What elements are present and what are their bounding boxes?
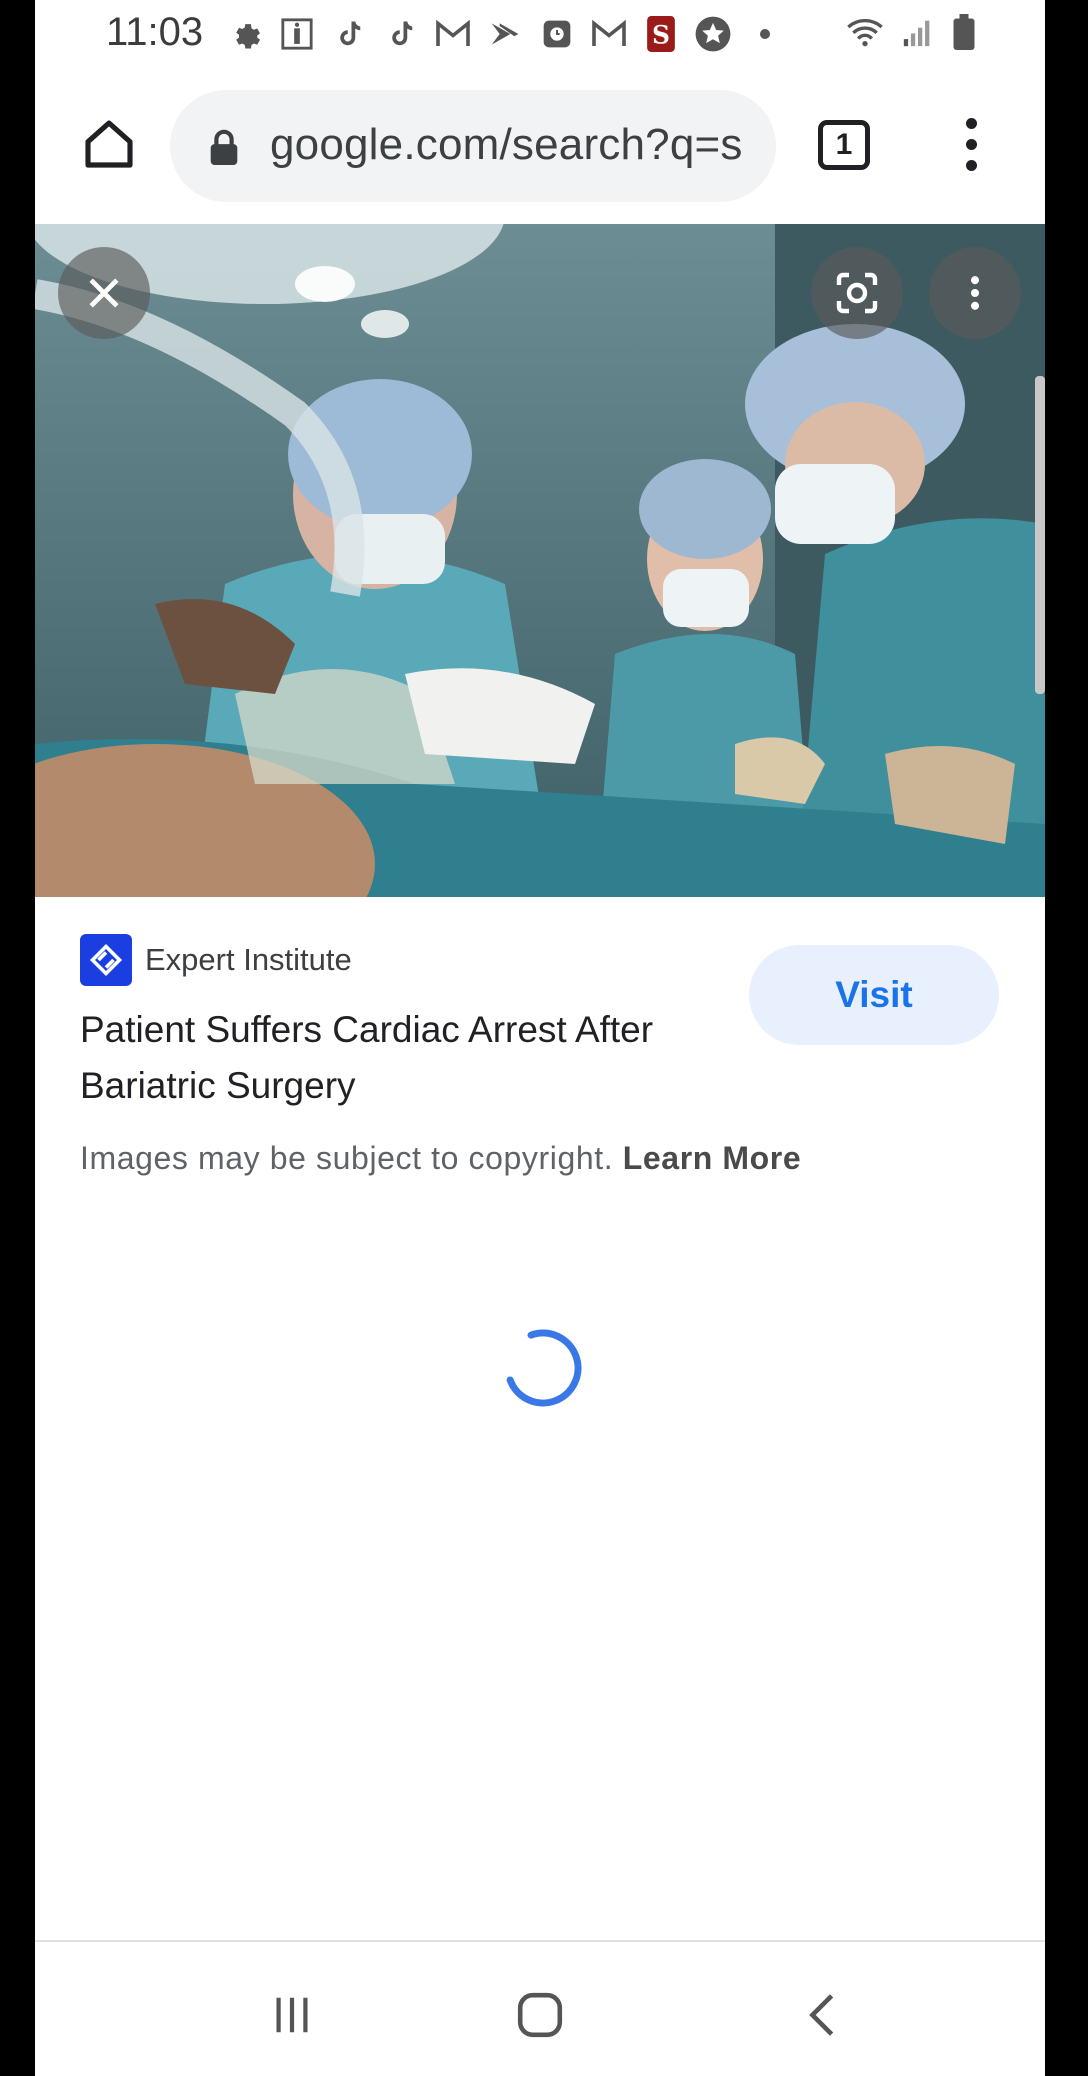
menu-dot-icon: [965, 139, 977, 150]
menu-dot-icon: [965, 160, 977, 171]
copyright-text: Images may be subject to copyright.: [80, 1140, 614, 1176]
close-button[interactable]: [58, 247, 150, 339]
recents-icon: [276, 1997, 308, 2033]
image-title[interactable]: Patient Suffers Cardiac Arrest After Bar…: [80, 1002, 700, 1114]
clock-app-icon: [537, 14, 577, 54]
dot-icon: [745, 14, 785, 54]
learn-more-link[interactable]: Learn More: [623, 1140, 801, 1176]
battery-icon: [951, 14, 977, 55]
status-bar: 11:03 S: [35, 0, 1045, 68]
star-icon: [693, 14, 733, 54]
source-logo-icon: [80, 934, 132, 986]
system-nav-bar: [35, 1940, 1045, 2076]
tiktok-icon: [329, 14, 369, 54]
visit-button[interactable]: Visit: [749, 945, 999, 1045]
gear-icon: [225, 14, 265, 54]
scrollbar[interactable]: [1035, 376, 1045, 694]
menu-dot-icon: [965, 118, 977, 129]
notification-icons: S: [225, 14, 785, 54]
more-vert-icon: [970, 276, 980, 310]
home-button[interactable]: [73, 108, 145, 180]
signal-icon: [901, 15, 935, 54]
back-button[interactable]: [787, 1980, 857, 2050]
lock-icon: [208, 128, 240, 171]
tab-switcher-button[interactable]: 1: [818, 120, 870, 170]
loading-spinner-icon: [506, 1329, 582, 1407]
screen: 11:03 S google.com/search?q=s 1 Expert I…: [35, 0, 1045, 2076]
home-nav-button[interactable]: [505, 1980, 575, 2050]
gmail-icon: [433, 14, 473, 54]
copyright-notice: Images may be subject to copyright. Lear…: [80, 1140, 801, 1177]
url-text: google.com/search?q=s: [270, 120, 743, 169]
home-nav-icon: [517, 1992, 563, 2038]
browser-menu-button[interactable]: [961, 118, 981, 178]
system-status-icons: [845, 14, 977, 55]
stanford-icon: S: [641, 14, 681, 54]
close-icon: [89, 278, 119, 308]
robinhood-icon: [277, 14, 317, 54]
back-icon: [809, 1994, 834, 2036]
source-name[interactable]: Expert Institute: [145, 942, 352, 978]
sprint-icon: [485, 14, 525, 54]
lens-icon: [836, 272, 878, 314]
address-bar[interactable]: google.com/search?q=s: [170, 90, 776, 202]
recent-apps-button[interactable]: [257, 1980, 327, 2050]
image-more-button[interactable]: [929, 247, 1021, 339]
tiktok-icon: [381, 14, 421, 54]
browser-toolbar: google.com/search?q=s 1: [35, 78, 1045, 218]
lens-button[interactable]: [811, 247, 903, 339]
status-time: 11:03: [106, 10, 204, 54]
wifi-icon: [845, 15, 885, 54]
svg-text:S: S: [652, 21, 670, 50]
home-icon: [85, 120, 133, 168]
surgery-photo[interactable]: [35, 224, 1045, 897]
gmail-icon: [589, 14, 629, 54]
